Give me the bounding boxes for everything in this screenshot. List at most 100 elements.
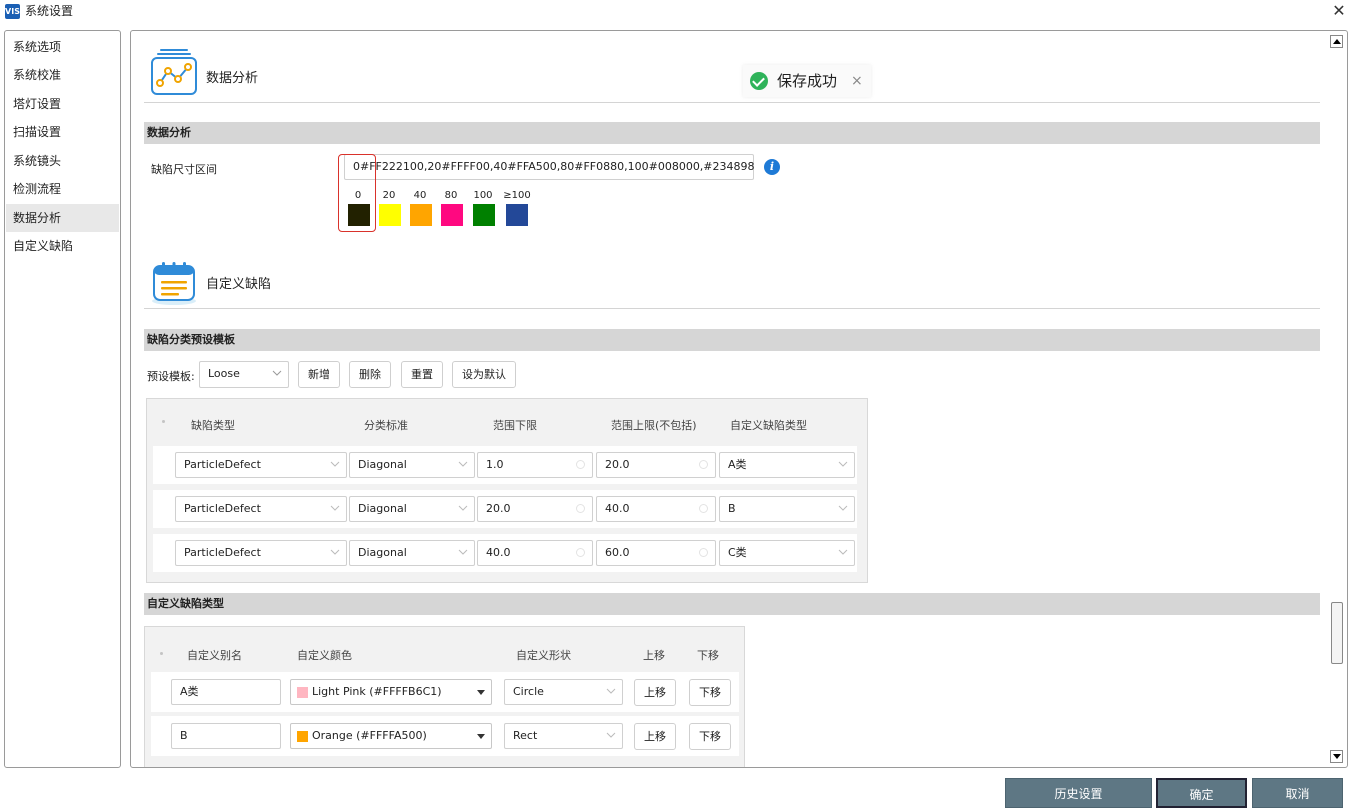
sidebar-item-data-analysis[interactable]: 数据分析 <box>6 204 119 232</box>
alias-input[interactable]: B <box>171 723 281 749</box>
color-value: Orange (#FFFFA500) <box>312 729 427 742</box>
sidebar-item-system-options[interactable]: 系统选项 <box>6 33 119 61</box>
range-max-input[interactable]: 60.0 <box>596 540 716 566</box>
custom-type-select[interactable]: C类 <box>719 540 855 566</box>
color-swatch-100 <box>473 204 495 226</box>
sort-indicator <box>162 420 165 423</box>
preset-template-value: Loose <box>208 367 240 380</box>
range-min-input[interactable]: 1.0 <box>477 452 593 478</box>
custom-type-select[interactable]: B <box>719 496 855 522</box>
color-value: Light Pink (#FFFFB6C1) <box>312 685 442 698</box>
column-header: 范围下限 <box>493 419 537 432</box>
size-range-input[interactable]: 0#FF222100,20#FFFF00,40#FFA500,80#FF0880… <box>344 154 755 180</box>
info-icon[interactable]: i <box>764 159 780 175</box>
chevron-down-icon <box>458 549 468 555</box>
sidebar-item-scan-settings[interactable]: 扫描设置 <box>6 118 119 146</box>
history-settings-button[interactable]: 历史设置 <box>1005 778 1152 808</box>
color-swatch-80 <box>441 204 463 226</box>
chart-analysis-icon <box>151 49 197 95</box>
chevron-down-icon <box>838 505 848 511</box>
shape-select[interactable]: Circle <box>504 679 623 705</box>
standard-value: Diagonal <box>358 546 407 559</box>
set-default-button[interactable]: 设为默认 <box>452 361 516 388</box>
standard-value: Diagonal <box>358 458 407 471</box>
preset-template-select[interactable]: Loose <box>199 361 289 388</box>
column-header: 自定义形状 <box>516 649 571 662</box>
dropdown-arrow-icon <box>477 690 485 695</box>
sidebar-item-system-lens[interactable]: 系统镜头 <box>6 147 119 175</box>
color-select[interactable]: Light Pink (#FFFFB6C1) <box>290 679 492 705</box>
range-max-input[interactable]: 20.0 <box>596 452 716 478</box>
column-header: 缺陷类型 <box>191 419 235 432</box>
custom-type-select[interactable]: A类 <box>719 452 855 478</box>
chevron-down-icon <box>330 505 340 511</box>
color-select[interactable]: Orange (#FFFFA500) <box>290 723 492 749</box>
move-down-button[interactable]: 下移 <box>689 723 731 750</box>
table-row: A类 Light Pink (#FFFFB6C1) Circle 上移 下移 <box>151 672 739 712</box>
chevron-down-icon <box>606 688 616 694</box>
move-down-button[interactable]: 下移 <box>689 679 731 706</box>
chevron-down-icon <box>458 505 468 511</box>
preset-template-label: 预设模板: <box>147 370 195 383</box>
custom-types-table: 自定义别名 自定义颜色 自定义形状 上移 下移 A类 Light Pink (#… <box>144 626 745 767</box>
column-header: 自定义颜色 <box>297 649 352 662</box>
custom-types-band: 自定义缺陷类型 <box>144 593 1320 615</box>
app-logo: VIS <box>5 4 20 19</box>
range-min-value: 1.0 <box>486 458 504 471</box>
alias-input[interactable]: A类 <box>171 679 281 705</box>
table-row: ParticleDefect Diagonal 40.0 60.0 C类 <box>153 534 857 572</box>
sidebar-item-system-calibration[interactable]: 系统校准 <box>6 61 119 89</box>
toast-message: 保存成功 <box>777 72 838 90</box>
custom-type-value: C类 <box>728 546 747 559</box>
standard-select[interactable]: Diagonal <box>349 540 475 566</box>
standard-value: Diagonal <box>358 502 407 515</box>
highlight-box <box>338 154 376 232</box>
defect-classification-table: 缺陷类型 分类标准 范围下限 范围上限(不包括) 自定义缺陷类型 Particl… <box>146 398 868 583</box>
defect-type-value: ParticleDefect <box>184 458 261 471</box>
scroll-down-button[interactable] <box>1330 750 1343 763</box>
ok-button[interactable]: 确定 <box>1156 778 1247 808</box>
standard-select[interactable]: Diagonal <box>349 496 475 522</box>
data-analysis-heading: 数据分析 <box>206 71 259 86</box>
range-min-input[interactable]: 20.0 <box>477 496 593 522</box>
delete-button[interactable]: 删除 <box>349 361 391 388</box>
shape-select[interactable]: Rect <box>504 723 623 749</box>
move-up-button[interactable]: 上移 <box>634 723 676 750</box>
chevron-down-icon <box>272 370 282 376</box>
table-row: ParticleDefect Diagonal 1.0 20.0 A类 <box>153 446 857 484</box>
scrollbar-thumb[interactable] <box>1331 602 1343 664</box>
spinner-icon <box>699 504 708 513</box>
color-swatch-icon <box>297 687 308 698</box>
range-min-input[interactable]: 40.0 <box>477 540 593 566</box>
sidebar-item-tower-light[interactable]: 塔灯设置 <box>6 90 119 118</box>
range-min-value: 20.0 <box>486 502 511 515</box>
close-icon[interactable]: ✕ <box>1329 0 1349 22</box>
shape-value: Circle <box>513 685 544 698</box>
data-analysis-band: 数据分析 <box>144 122 1320 144</box>
calendar-list-icon <box>152 262 196 305</box>
cancel-button[interactable]: 取消 <box>1252 778 1343 808</box>
color-swatch-20 <box>379 204 401 226</box>
reset-button[interactable]: 重置 <box>401 361 443 388</box>
defect-type-value: ParticleDefect <box>184 502 261 515</box>
defect-type-select[interactable]: ParticleDefect <box>175 496 347 522</box>
sort-indicator <box>160 652 163 655</box>
defect-type-select[interactable]: ParticleDefect <box>175 540 347 566</box>
toast-close-icon[interactable]: × <box>851 71 863 91</box>
range-max-value: 20.0 <box>605 458 630 471</box>
sidebar-item-custom-defect[interactable]: 自定义缺陷 <box>6 232 119 260</box>
move-up-button[interactable]: 上移 <box>634 679 676 706</box>
divider <box>144 102 1320 103</box>
add-button[interactable]: 新增 <box>298 361 340 388</box>
sidebar-item-inspection-flow[interactable]: 检测流程 <box>6 175 119 203</box>
defect-type-select[interactable]: ParticleDefect <box>175 452 347 478</box>
column-header: 分类标准 <box>364 419 408 432</box>
standard-select[interactable]: Diagonal <box>349 452 475 478</box>
table-row: ParticleDefect Diagonal 20.0 40.0 B <box>153 490 857 528</box>
range-max-input[interactable]: 40.0 <box>596 496 716 522</box>
scroll-up-button[interactable] <box>1330 35 1343 48</box>
spinner-icon <box>576 504 585 513</box>
spinner-icon <box>699 548 708 557</box>
settings-window: VIS 系统设置 ✕ 系统选项 系统校准 塔灯设置 扫描设置 系统镜头 检测流程… <box>0 0 1349 811</box>
chevron-down-icon <box>330 549 340 555</box>
